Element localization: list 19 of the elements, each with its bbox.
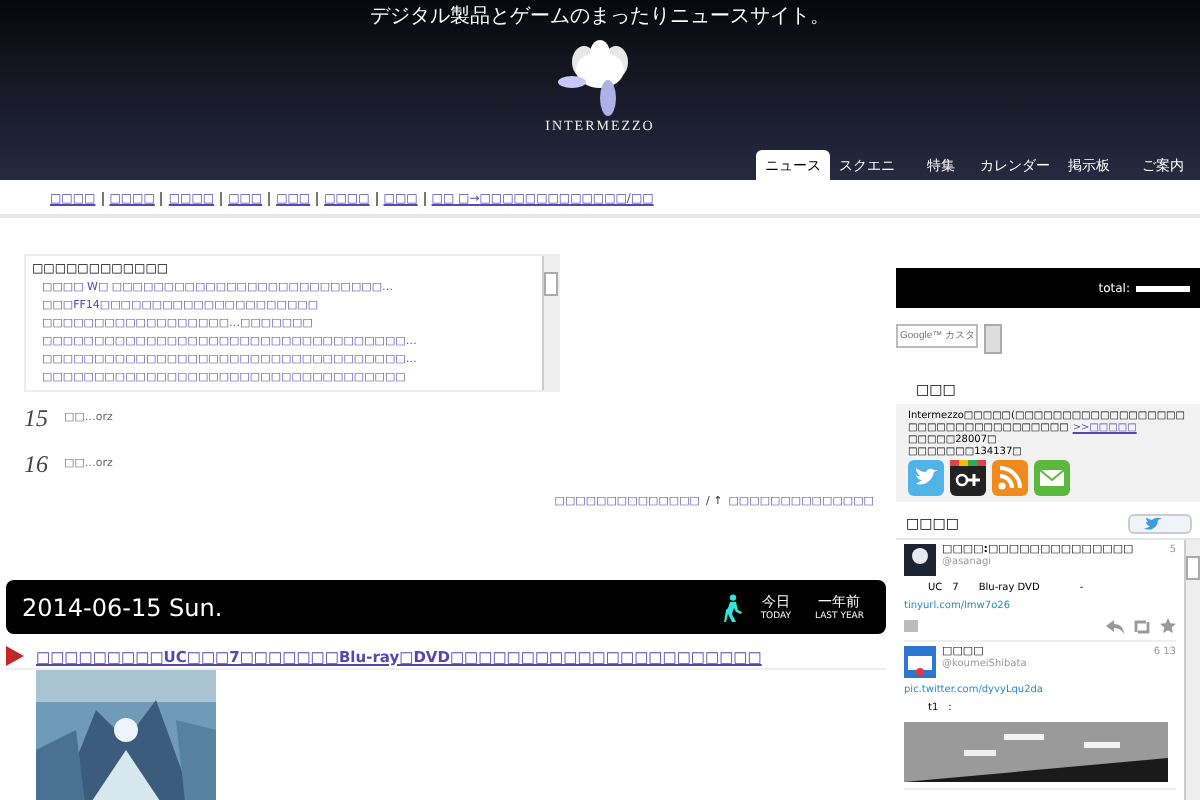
comment-day: 15 — [24, 403, 48, 433]
reply-icon[interactable] — [1106, 619, 1124, 633]
bird-icon — [1144, 517, 1162, 531]
search-button[interactable] — [984, 324, 1002, 354]
plus-icon[interactable] — [950, 460, 986, 496]
scrollbar[interactable] — [542, 256, 558, 390]
date-heading: 2014-06-15 Sun. — [22, 593, 225, 621]
site-tagline: デジタル製品とゲームのまったりニュースサイト。 — [370, 3, 830, 30]
walking-person-icon — [722, 593, 743, 621]
avatar-icon — [904, 544, 936, 576]
follow-button[interactable] — [1128, 514, 1192, 534]
bullet-icon — [6, 646, 24, 666]
scrollbar[interactable] — [1184, 540, 1200, 800]
counter-value — [1136, 285, 1190, 291]
avatar-icon — [904, 646, 936, 678]
mail-icon[interactable] — [1034, 460, 1070, 496]
comment-day: 16 — [24, 449, 48, 479]
star-icon[interactable] — [1160, 618, 1176, 634]
retweet-icon[interactable] — [1132, 619, 1152, 633]
